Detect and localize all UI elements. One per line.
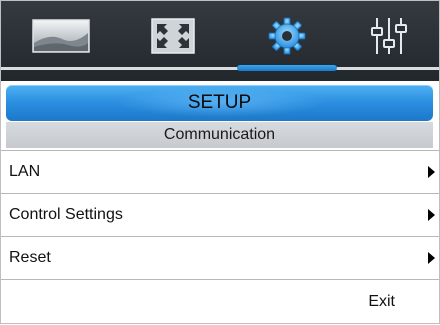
fullscreen-icon — [151, 18, 195, 54]
topbar-divider — [1, 67, 439, 70]
menu-item-reset[interactable]: Reset — [1, 236, 439, 279]
chevron-right-icon — [428, 166, 435, 178]
page-title: SETUP — [6, 85, 433, 121]
sliders-icon — [371, 18, 407, 54]
top-tab-bar — [1, 1, 439, 81]
page-title-text: SETUP — [187, 92, 252, 113]
active-tab-indicator — [237, 65, 337, 71]
menu-list: LAN Control Settings Reset Exit — [1, 150, 439, 325]
chevron-right-icon — [428, 252, 435, 264]
menu-item-label: Reset — [9, 249, 51, 266]
gear-icon — [268, 17, 306, 55]
menu-item-label: LAN — [9, 163, 41, 180]
tab-picture[interactable] — [29, 13, 93, 59]
chevron-right-icon — [428, 209, 435, 221]
exit-row: Exit — [1, 279, 439, 325]
tab-display[interactable] — [141, 13, 205, 59]
menu-item-label: Control Settings — [9, 206, 123, 223]
exit-button[interactable]: Exit — [368, 293, 395, 311]
tab-setup[interactable] — [255, 13, 319, 59]
tab-adjust[interactable] — [357, 13, 421, 59]
section-title: Communication — [6, 122, 433, 148]
section-title-text: Communication — [163, 126, 276, 143]
osd-menu: SETUP Communication LAN Control Settings… — [0, 0, 440, 324]
picture-icon — [32, 19, 90, 53]
menu-item-lan[interactable]: LAN — [1, 150, 439, 193]
menu-item-control-settings[interactable]: Control Settings — [1, 193, 439, 236]
